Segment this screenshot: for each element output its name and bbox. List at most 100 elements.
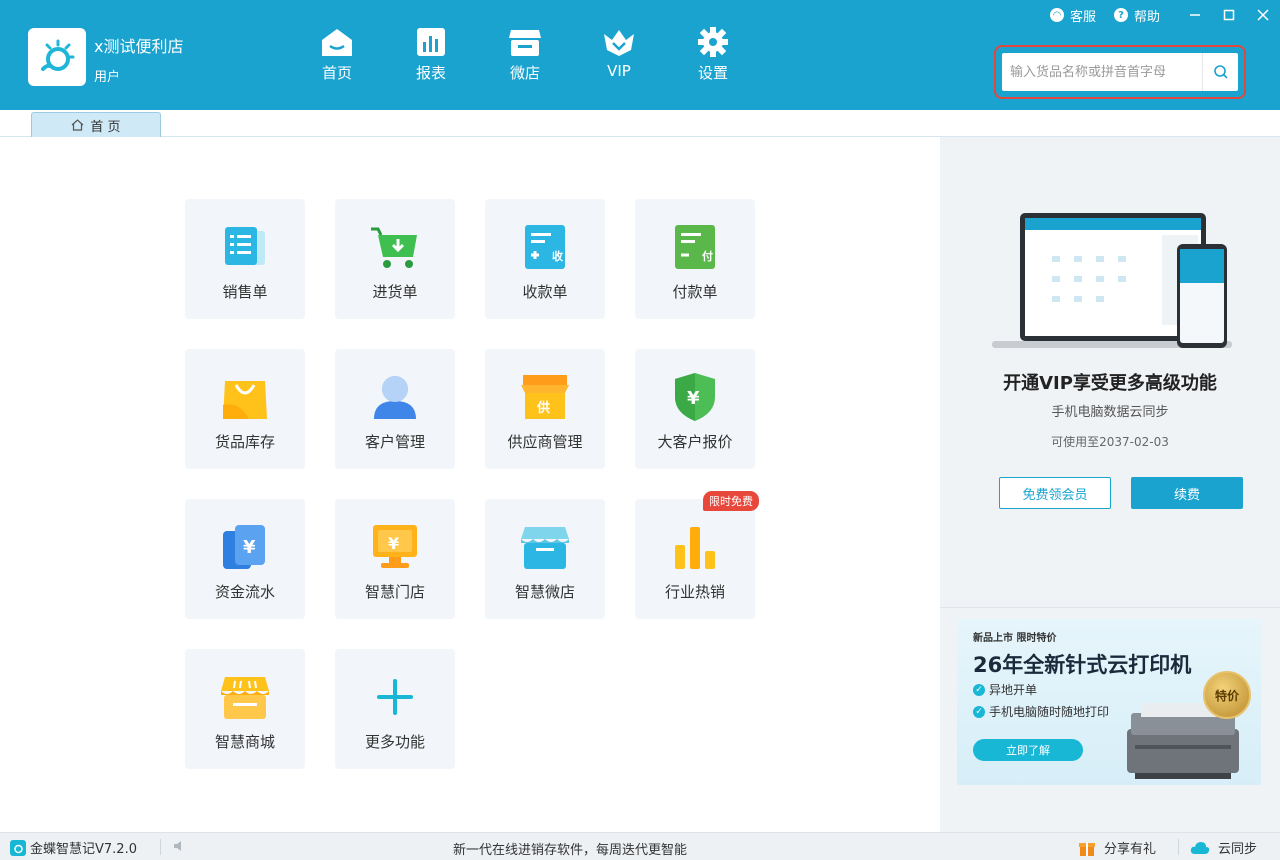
tile-label: 收款单: [522, 283, 568, 301]
maximize-icon: [1223, 9, 1235, 21]
search-button[interactable]: [1202, 53, 1238, 91]
check-icon: ✓: [973, 683, 985, 696]
customer-icon: [369, 371, 421, 423]
nav-home-label: 首页: [321, 64, 352, 82]
tile-label: 货品库存: [214, 433, 275, 451]
tile-label: 智慧微店: [514, 583, 575, 601]
tile-receipt[interactable]: 收 收款单: [485, 199, 605, 319]
tab-strip: 首 页: [0, 110, 1280, 137]
headset-icon: ◠: [1049, 8, 1064, 22]
tile-inventory[interactable]: 货品库存: [185, 349, 305, 469]
special-price-seal: 特价: [1203, 671, 1251, 719]
shop-icon: [509, 30, 541, 56]
renew-button[interactable]: 续费: [1131, 477, 1243, 509]
tile-vip-quote[interactable]: ¥ 大客户报价: [635, 349, 755, 469]
tile-label: 销售单: [222, 283, 268, 301]
app-logo: [28, 28, 86, 86]
share-gift-link[interactable]: 分享有礼: [1078, 838, 1156, 857]
divider: [940, 607, 1280, 608]
promo-point-text: 异地开单: [989, 683, 1038, 697]
devices-illustration: [992, 213, 1232, 348]
function-grid: 销售单 进货单 收 收款单 付 付款单 货品库存 客户管理 供 供应商管理 ¥ …: [0, 137, 940, 832]
vip-title: 开通VIP享受更多高级功能: [1003, 373, 1217, 394]
cloud-icon: [1190, 841, 1210, 854]
smart-store-icon: ¥: [369, 521, 421, 573]
plus-icon: [369, 671, 421, 723]
tab-home[interactable]: 首 页: [31, 112, 161, 137]
nav-settings[interactable]: 设置: [666, 26, 760, 83]
service-link[interactable]: ◠ 客服: [1049, 6, 1096, 25]
tile-sales-order[interactable]: 销售单: [185, 199, 305, 319]
shield-yen-icon: ¥: [669, 371, 721, 423]
close-button[interactable]: [1246, 4, 1280, 26]
sales-order-icon: [219, 221, 271, 273]
tile-mall[interactable]: 智慧商城: [185, 649, 305, 769]
search-input[interactable]: [1002, 53, 1202, 91]
tile-label: 供应商管理: [507, 433, 583, 451]
mall-icon: [219, 671, 271, 723]
vip-crown-icon: [604, 30, 634, 56]
tile-label: 智慧商城: [214, 733, 275, 751]
status-message: 新一代在线进销存软件，每周迭代更智能: [452, 843, 687, 858]
maximize-button[interactable]: [1212, 4, 1246, 26]
svg-text:¥: ¥: [388, 534, 399, 553]
tile-payment[interactable]: 付 付款单: [635, 199, 755, 319]
tab-home-label: 首 页: [90, 119, 121, 135]
nav-report-label: 报表: [415, 64, 446, 82]
tile-label: 更多功能: [364, 733, 425, 751]
gift-icon: [1079, 842, 1095, 856]
tile-hot-sales[interactable]: 限时免费 行业热销: [635, 491, 759, 619]
help-label: 帮助: [1133, 9, 1160, 25]
svg-text:¥: ¥: [687, 388, 700, 409]
cloud-sync-link[interactable]: 云同步: [1190, 838, 1257, 857]
app-header: x测试便利店 用户 首页 报表 微店 VIP 设置 ◠ 客服 ? 帮助 输入货品…: [0, 0, 1280, 110]
nav-vip[interactable]: VIP: [572, 26, 666, 83]
payment-icon: 付: [669, 221, 721, 273]
free-membership-button[interactable]: 免费领会员: [999, 477, 1111, 509]
svg-text:供: 供: [536, 400, 550, 416]
check-icon: ✓: [973, 705, 985, 718]
promo-point: ✓ 手机电脑随时随地打印: [973, 703, 1109, 720]
tile-label: 付款单: [672, 283, 718, 301]
tile-label: 行业热销: [664, 583, 725, 601]
tile-funds[interactable]: ¥ 资金流水: [185, 499, 305, 619]
gear-icon: [698, 27, 728, 57]
nav-vip-label: VIP: [607, 62, 631, 80]
store-name: x测试便利店: [94, 37, 184, 56]
shopping-bag-icon: [219, 371, 271, 423]
help-link[interactable]: ? 帮助: [1113, 6, 1160, 25]
divider: [1178, 839, 1179, 855]
user-role: 用户: [94, 70, 121, 85]
side-panel: 开通VIP享受更多高级功能 手机电脑数据云同步 可使用至2037-02-03 免…: [940, 137, 1280, 832]
service-label: 客服: [1069, 9, 1096, 25]
tile-micro-store[interactable]: 智慧微店: [485, 499, 605, 619]
svg-text:¥: ¥: [243, 537, 256, 558]
home-icon: [322, 29, 352, 56]
search-highlight: [994, 45, 1246, 99]
promo-tag: 新品上市 限时特价: [973, 633, 1057, 644]
tile-smart-store[interactable]: ¥ 智慧门店: [335, 499, 455, 619]
nav-shop-label: 微店: [509, 64, 540, 82]
promo-point-text: 手机电脑随时随地打印: [989, 705, 1110, 719]
minimize-button[interactable]: [1178, 4, 1212, 26]
tile-customers[interactable]: 客户管理: [335, 349, 455, 469]
purchase-cart-icon: [369, 221, 421, 273]
vip-subtitle: 手机电脑数据云同步: [1051, 405, 1169, 420]
learn-more-button[interactable]: 立即了解: [973, 739, 1083, 761]
tile-suppliers[interactable]: 供 供应商管理: [485, 349, 605, 469]
tile-purchase-order[interactable]: 进货单: [335, 199, 455, 319]
tile-label: 客户管理: [364, 433, 425, 451]
nav-home[interactable]: 首页: [290, 26, 384, 83]
printer-promo-banner[interactable]: 新品上市 限时特价 26年全新针式云打印机 ✓ 异地开单 ✓ 手机电脑随时随地打…: [957, 619, 1261, 785]
supplier-icon: 供: [519, 371, 571, 423]
tile-more-features[interactable]: 更多功能: [335, 649, 455, 769]
tile-label: 资金流水: [214, 583, 275, 601]
search-box: [1002, 53, 1238, 91]
promo-point: ✓ 异地开单: [973, 681, 1037, 698]
nav-shop[interactable]: 微店: [478, 26, 572, 83]
search-icon: [1213, 65, 1228, 79]
logo-icon: [41, 39, 75, 71]
close-icon: [1257, 9, 1269, 21]
svg-text:收: 收: [552, 249, 563, 263]
nav-report[interactable]: 报表: [384, 26, 478, 83]
